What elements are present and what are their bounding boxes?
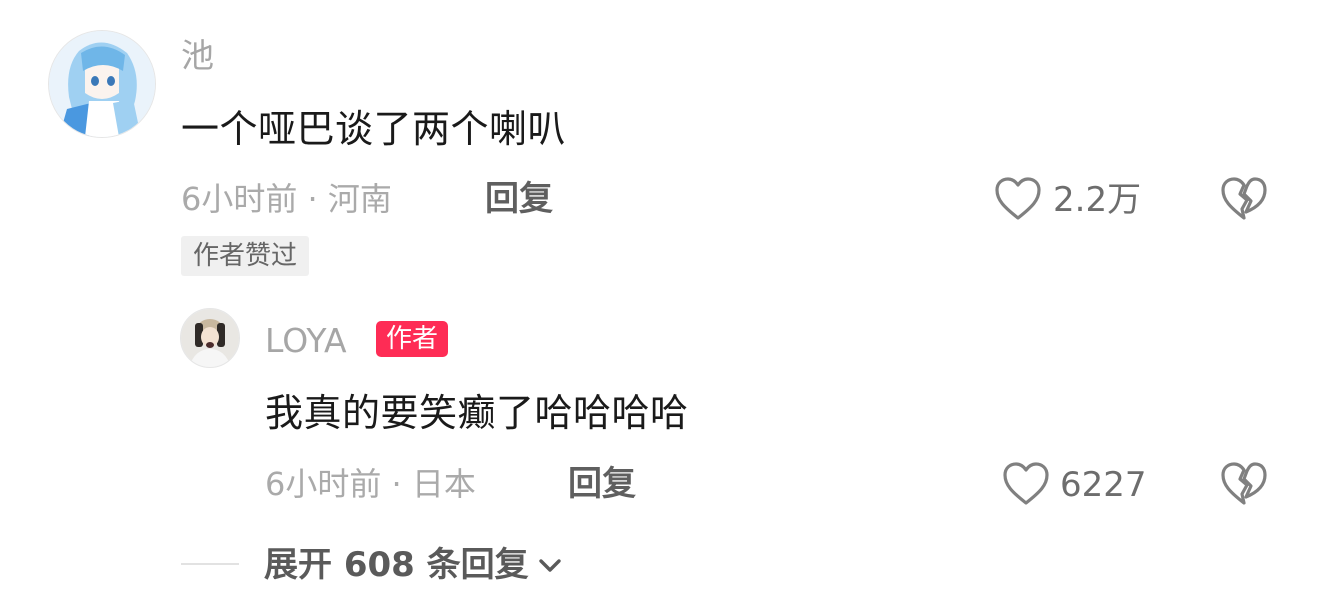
commenter-username[interactable]: 池 [181,39,214,72]
anime-avatar-icon [49,31,155,137]
reply-like-button[interactable] [1002,461,1050,507]
like-button[interactable] [994,176,1042,222]
commenter-avatar[interactable] [48,30,156,138]
author-tag: 作者 [376,321,449,357]
expand-replies-button[interactable]: 展开 608 条回复 [264,548,563,582]
reply-text: 我真的要笑癫了哈哈哈哈 [265,391,689,435]
divider [181,563,239,565]
expand-replies-label: 展开 608 条回复 [264,545,529,585]
heart-icon [1003,462,1049,505]
broken-heart-icon [1221,462,1267,505]
broken-heart-icon [1221,177,1267,220]
dislike-button[interactable] [1220,176,1268,222]
replier-avatar[interactable] [180,308,240,368]
reply-dislike-button[interactable] [1220,461,1268,507]
replier-username[interactable]: LOYA [265,324,347,357]
comment-text: 一个哑巴谈了两个喇叭 [181,107,567,151]
heart-icon [995,177,1041,220]
reply-reply-button[interactable]: 回复 [568,467,636,501]
like-count: 2.2万 [1053,180,1142,220]
reply-like-count: 6227 [1060,465,1147,505]
comment-time-location: 6小时前 · 河南 [181,180,392,218]
chevron-down-icon [537,555,563,575]
reply-time-location: 6小时前 · 日本 [265,465,476,503]
photo-avatar-icon [181,309,239,367]
comment-reply-button[interactable]: 回复 [485,182,553,216]
author-liked-badge: 作者赞过 [181,236,310,276]
